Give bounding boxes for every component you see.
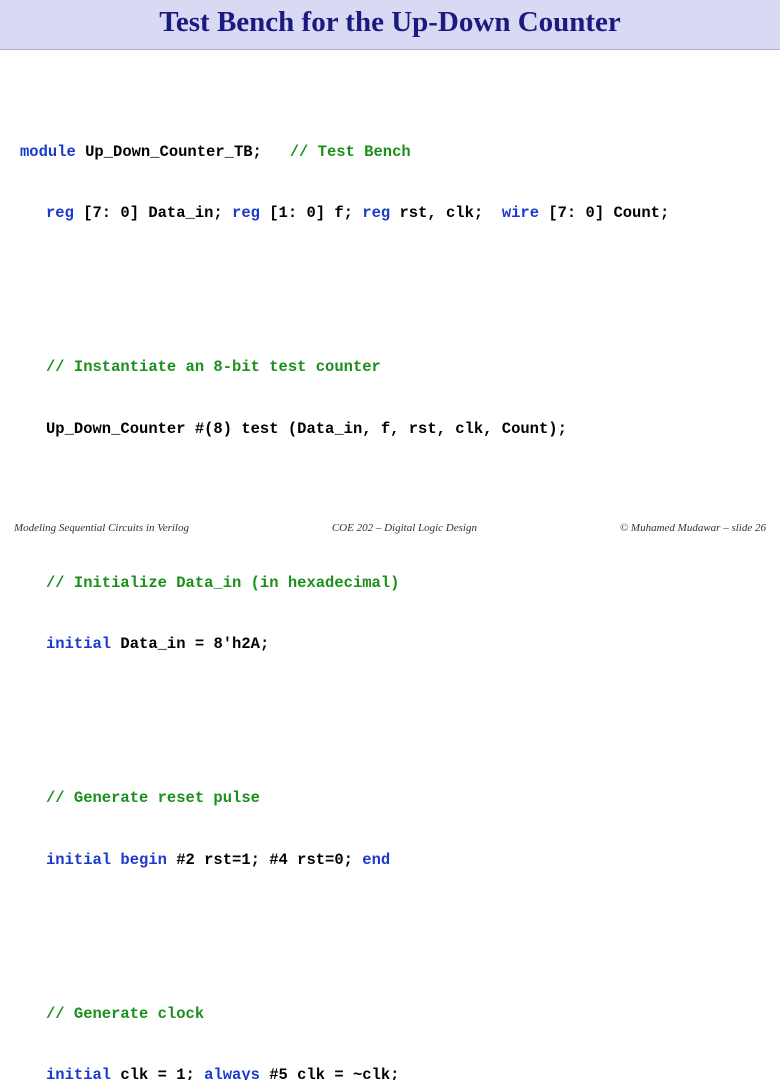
kw-reg: reg [232,204,260,222]
kw-module: module [20,143,76,161]
txt: [7: 0] Count; [539,204,669,222]
txt: [1: 0] f; [260,204,362,222]
comment: // Initialize Data_in (in hexadecimal) [46,574,399,592]
txt: [7: 0] Data_in; [74,204,232,222]
comment: // Generate clock [46,1005,204,1023]
kw-always: always [204,1066,260,1080]
comment: // Test Bench [290,143,411,161]
code-block: module Up_Down_Counter_TB; // Test Bench… [20,60,760,1080]
txt: clk = 1; [111,1066,204,1080]
slide-title: Test Bench for the Up-Down Counter [12,6,768,39]
kw-wire: wire [502,204,539,222]
title-bar: Test Bench for the Up-Down Counter [0,0,780,50]
footer-center: COE 202 – Digital Logic Design [332,522,477,534]
footer-right: © Muhamed Mudawar – slide 26 [620,522,766,534]
comment: // Generate reset pulse [46,789,260,807]
txt: Up_Down_Counter_TB; [76,143,290,161]
slide-content: module Up_Down_Counter_TB; // Test Bench… [0,50,780,1080]
kw-initial-begin: initial begin [46,851,167,869]
txt: Data_in = 8'h2A; [111,635,269,653]
kw-initial: initial [46,635,111,653]
kw-reg: reg [46,204,74,222]
footer: Modeling Sequential Circuits in Verilog … [0,522,780,534]
txt: rst, clk; [390,204,502,222]
txt: #2 rst=1; #4 rst=0; [167,851,362,869]
txt: #5 clk = ~clk; [260,1066,400,1080]
kw-reg: reg [362,204,390,222]
comment: // Instantiate an 8-bit test counter [46,358,381,376]
footer-left: Modeling Sequential Circuits in Verilog [14,522,189,534]
txt: Up_Down_Counter #(8) test (Data_in, f, r… [46,420,567,438]
kw-end: end [362,851,390,869]
kw-initial: initial [46,1066,111,1080]
